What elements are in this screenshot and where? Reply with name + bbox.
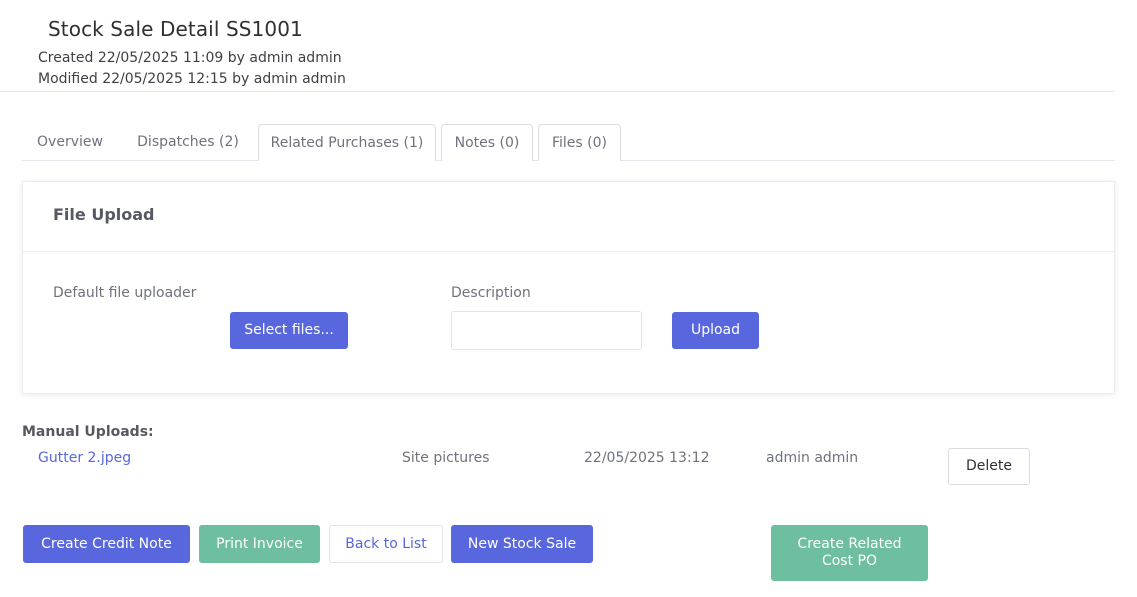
upload-button[interactable]: Upload — [672, 312, 759, 349]
create-related-cost-po-button[interactable]: Create Related Cost PO — [771, 525, 928, 581]
tab-files[interactable]: Files (0) — [538, 124, 621, 161]
created-info: Created 22/05/2025 11:09 by admin admin — [38, 50, 342, 66]
description-label: Description — [451, 285, 531, 301]
new-stock-sale-button[interactable]: New Stock Sale — [451, 525, 593, 563]
print-invoice-button[interactable]: Print Invoice — [199, 525, 320, 563]
file-description: Site pictures — [402, 450, 490, 466]
tab-notes[interactable]: Notes (0) — [441, 124, 533, 161]
file-date: 22/05/2025 13:12 — [584, 450, 710, 466]
create-related-cost-po-label-line1: Create Related — [797, 536, 902, 552]
create-related-cost-po-label-line2: Cost PO — [821, 553, 878, 569]
create-credit-note-button[interactable]: Create Credit Note — [23, 525, 190, 563]
header-divider — [0, 91, 1115, 92]
page-title: Stock Sale Detail SS1001 — [48, 17, 303, 41]
delete-button[interactable]: Delete — [948, 448, 1030, 485]
file-link[interactable]: Gutter 2.jpeg — [38, 450, 131, 466]
file-user: admin admin — [766, 450, 859, 466]
manual-uploads-label: Manual Uploads: — [22, 424, 154, 440]
description-input[interactable] — [451, 311, 642, 350]
select-files-button[interactable]: Select files... — [230, 312, 348, 349]
panel-divider — [23, 251, 1114, 252]
tab-related-purchases[interactable]: Related Purchases (1) — [258, 124, 436, 161]
tab-overview[interactable]: Overview — [22, 124, 118, 160]
modified-info: Modified 22/05/2025 12:15 by admin admin — [38, 71, 346, 87]
file-upload-title: File Upload — [53, 205, 155, 224]
default-uploader-label: Default file uploader — [53, 285, 197, 301]
back-to-list-button[interactable]: Back to List — [329, 525, 443, 563]
tab-dispatches[interactable]: Dispatches (2) — [122, 124, 254, 160]
